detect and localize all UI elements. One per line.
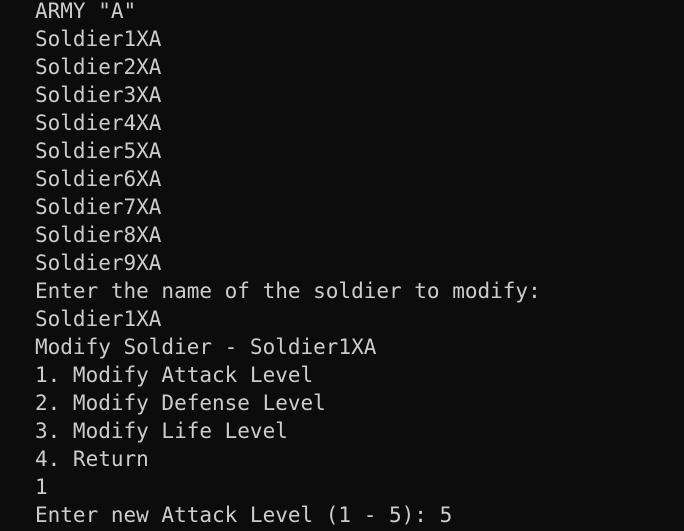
soldier-list-item: Soldier8XA bbox=[35, 223, 162, 247]
soldier-list-item: Soldier9XA bbox=[35, 251, 162, 275]
attack-level-prompt[interactable]: Enter new Attack Level (1 - 5): 5 bbox=[35, 501, 541, 529]
menu-option-defense: 2. Modify Defense Level bbox=[35, 391, 326, 415]
soldier-list-item: Soldier3XA bbox=[35, 83, 162, 107]
soldier-list-item: Soldier7XA bbox=[35, 195, 162, 219]
user-input-menu-choice: 1 bbox=[35, 475, 48, 499]
menu-option-life: 3. Modify Life Level bbox=[35, 419, 288, 443]
soldier-list-item: Soldier6XA bbox=[35, 167, 162, 191]
soldier-list-item: Soldier1XA bbox=[35, 27, 162, 51]
menu-option-return: 4. Return bbox=[35, 447, 149, 471]
modify-menu-title: Modify Soldier - Soldier1XA bbox=[35, 335, 377, 359]
soldier-list-item: Soldier2XA bbox=[35, 55, 162, 79]
console-output: ARMY "A" Soldier1XA Soldier2XA Soldier3X… bbox=[35, 0, 541, 529]
soldier-list-item: Soldier4XA bbox=[35, 111, 162, 135]
user-input-soldier-name: Soldier1XA bbox=[35, 307, 162, 331]
soldier-list-item: Soldier5XA bbox=[35, 139, 162, 163]
soldier-name-prompt: Enter the name of the soldier to modify: bbox=[35, 279, 541, 303]
menu-option-attack: 1. Modify Attack Level bbox=[35, 363, 314, 387]
army-header-line: ARMY "A" bbox=[35, 0, 137, 23]
terminal-window[interactable]: ARMY "A" Soldier1XA Soldier2XA Soldier3X… bbox=[0, 0, 684, 531]
